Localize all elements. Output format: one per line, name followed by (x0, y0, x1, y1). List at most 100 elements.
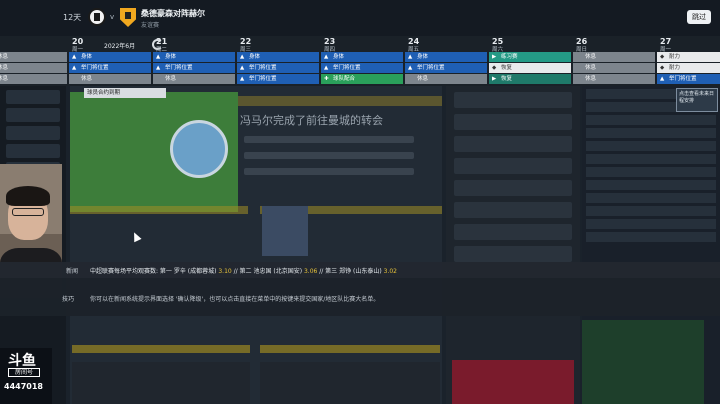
home-club-logo-icon (88, 8, 106, 26)
background-alert-box (452, 360, 574, 404)
training-slot[interactable]: ◆ 耐力 (657, 63, 720, 73)
training-slot[interactable]: ▲ 身体 (153, 52, 235, 62)
session-type-icon: ▲ (156, 54, 161, 60)
session-type-icon: ◆ (492, 65, 497, 71)
calendar-day-24[interactable]: 24 周五 ▲ 身体 ▲ 举门将位置 休息 (404, 36, 488, 86)
news-text: 中超联赛每场平均观赛数: 第一 罗辛 (成都蓉城) 3.10 // 第二 池忠国… (90, 268, 397, 275)
training-slot-label: 举门将位置 (249, 65, 277, 71)
training-slot[interactable]: 休息 (405, 74, 487, 84)
session-type-icon: ▲ (240, 76, 245, 82)
training-slot-label: 休息 (585, 65, 597, 71)
training-slot[interactable]: 休息 (573, 74, 655, 84)
training-slot[interactable]: ◆ 耐力 (657, 52, 720, 62)
away-club-logo-icon (120, 8, 136, 27)
session-type-icon: ▶ (492, 76, 497, 82)
training-slot-label: 耐力 (669, 54, 681, 60)
session-type-icon: ▲ (240, 54, 245, 60)
training-slot[interactable]: 休息 (0, 74, 67, 84)
training-slot[interactable]: 休息 (0, 52, 67, 62)
calendar-day-23[interactable]: 23 周四 ▲ 身体 ▲ 举门将位置 ✚ 球队配合 (320, 36, 404, 86)
news-tag: 新闻 (66, 268, 79, 275)
session-type-icon: ▲ (156, 65, 161, 71)
training-slot[interactable]: ▲ 举门将位置 (321, 63, 403, 73)
calendar-day-19[interactable]: 19周日休息休息休息 (0, 36, 68, 86)
training-slot[interactable]: ▲ 身体 (405, 52, 487, 62)
calendar-day-22[interactable]: 22 周三 ▲ 身体 ▲ 举门将位置 ▲ 举门将位置 (236, 36, 320, 86)
session-type-icon: ◆ (660, 54, 665, 60)
training-slot[interactable]: ▲ 举门将位置 (237, 74, 319, 84)
background-text-lines (244, 136, 414, 184)
calendar-day-20[interactable]: 20 周一 ▲ 身体 ▲ 举门将位置 休息 (68, 36, 152, 86)
training-slot[interactable]: ▲ 举门将位置 (69, 63, 151, 73)
training-slot-label: 休息 (165, 76, 177, 82)
training-slot-label: 休息 (0, 65, 9, 71)
tip-bar: 技巧 你可以在新闻系统提示界面选择 '确认降级'，也可以点击直接在菜单中的按键来… (0, 278, 720, 316)
training-slot-label: 举门将位置 (333, 65, 361, 71)
background-player-photo (262, 206, 308, 256)
session-type-icon: ▲ (660, 76, 665, 82)
room-id: 4447018 (4, 382, 43, 391)
room-label: 房间号 (8, 368, 40, 377)
training-slot[interactable]: ▶ 练习赛 (489, 52, 571, 62)
training-slot-label: 耐力 (669, 65, 681, 71)
training-slot[interactable]: ▲ 身体 (237, 52, 319, 62)
days-until-label: 12天 (63, 13, 82, 22)
training-slot-label: 休息 (0, 54, 9, 60)
contract-expiry-label[interactable]: 球员合约到期 (84, 88, 166, 98)
training-slot-label: 休息 (417, 76, 429, 82)
training-slot[interactable]: 休息 (69, 74, 151, 84)
training-slot-label: 举门将位置 (81, 65, 109, 71)
training-slot-label: 休息 (585, 76, 597, 82)
match-title[interactable]: 桑德豪森对阵赫尔 (141, 8, 205, 19)
session-type-icon: ▲ (72, 54, 77, 60)
training-slot-label: 举门将位置 (417, 65, 445, 71)
training-slot[interactable]: 休息 (573, 52, 655, 62)
training-slot-label: 球队配合 (333, 76, 356, 82)
screen: 冯马尔完成了前往曼城的转会 12天 v 桑德豪森对阵赫尔 友谊赛 跳过 2022… (0, 0, 720, 404)
training-slot[interactable]: 休息 (573, 63, 655, 73)
training-slot[interactable]: ▲ 举门将位置 (237, 63, 319, 73)
calendar-day-26[interactable]: 26 周日 休息 休息 休息 (572, 36, 656, 86)
training-slot-label: 身体 (249, 54, 261, 60)
training-slot[interactable]: ▲ 举门将位置 (405, 63, 487, 73)
session-type-icon: ▲ (324, 54, 329, 60)
schedule-tooltip: 点击查看未来日程安排 (676, 88, 718, 112)
session-type-icon: ▲ (408, 65, 413, 71)
calendar-day-21[interactable]: 21 周二 ▲ 身体 ▲ 举门将位置 休息 (152, 36, 236, 86)
training-slot[interactable]: ✚ 球队配合 (321, 74, 403, 84)
training-slot[interactable]: ▲ 举门将位置 (153, 63, 235, 73)
training-slot[interactable]: ◆ 恢复 (489, 63, 571, 73)
training-slot[interactable]: ▶ 恢复 (489, 74, 571, 84)
training-slot[interactable]: ▲ 身体 (321, 52, 403, 62)
session-type-icon: ✚ (324, 76, 329, 82)
session-type-icon: ◆ (660, 65, 665, 71)
training-slot-label: 身体 (165, 54, 177, 60)
session-type-icon: ▲ (324, 65, 329, 71)
training-slot[interactable]: ▲ 举门将位置 (657, 74, 720, 84)
training-slot-label: 休息 (0, 76, 9, 82)
calendar-day-27[interactable]: 27 周一 ◆ 耐力 ◆ 耐力 ▲ 举门将位置 (656, 36, 720, 86)
session-type-icon: ▶ (492, 54, 497, 60)
skip-button[interactable]: 跳过 (687, 10, 711, 24)
training-slot[interactable]: 休息 (153, 74, 235, 84)
news-ticker[interactable]: 新闻 中超联赛每场平均观赛数: 第一 罗辛 (成都蓉城) 3.10 // 第二 … (0, 262, 720, 278)
training-slot[interactable]: 休息 (0, 63, 67, 73)
background-tiles (70, 206, 442, 246)
training-calendar: 2022年6月 19周日休息休息休息20周一▲身体▲举门将位置休息21周二▲身体… (0, 36, 720, 86)
session-type-icon: ▲ (240, 65, 245, 71)
training-slot[interactable]: ▲ 身体 (69, 52, 151, 62)
session-type-icon: ▲ (72, 65, 77, 71)
training-slot-label: 举门将位置 (669, 76, 697, 82)
training-slot-label: 举门将位置 (249, 76, 277, 82)
calendar-day-25[interactable]: 25 周六 ▶ 练习赛 ◆ 恢复 ▶ 恢复 (488, 36, 572, 86)
match-header-bar: 12天 v 桑德豪森对阵赫尔 友谊赛 跳过 (0, 0, 720, 36)
douyu-logo: 斗鱼 (8, 353, 36, 369)
training-slot-label: 练习赛 (501, 54, 518, 60)
training-slot-label: 举门将位置 (165, 65, 193, 71)
session-type-icon: ▲ (408, 54, 413, 60)
training-slot-label: 恢复 (501, 65, 513, 71)
tip-tag: 技巧 (62, 296, 75, 303)
background-headline: 冯马尔完成了前往曼城的转会 (240, 114, 383, 127)
vs-label: v (110, 13, 115, 21)
douyu-watermark: 斗鱼 房间号 4447018 (0, 348, 52, 404)
